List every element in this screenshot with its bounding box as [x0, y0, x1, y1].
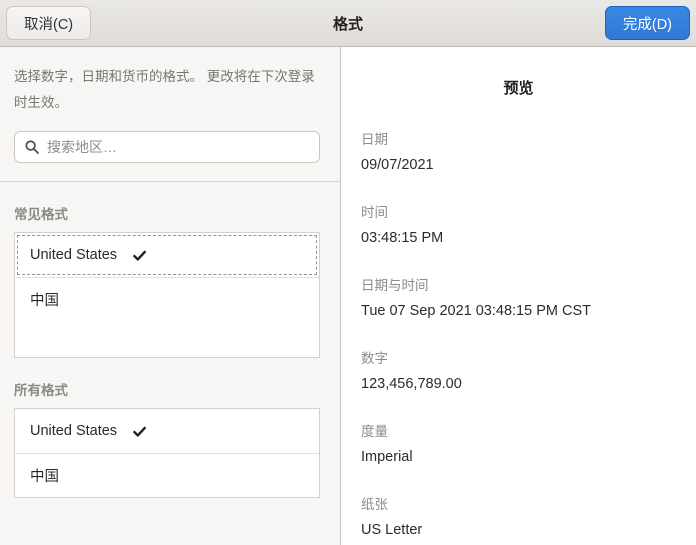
section-label-all-formats: 所有格式: [14, 379, 326, 399]
search-placeholder: 搜索地区…: [47, 137, 117, 157]
common-formats-list: United States 中国: [14, 232, 320, 358]
list-item-label: United States: [30, 247, 117, 263]
preview-group-paper: 纸张 US Letter: [361, 493, 676, 538]
preview-group-date: 日期 09/07/2021: [361, 128, 676, 173]
search-input[interactable]: 搜索地区…: [14, 131, 320, 163]
search-divider: [0, 181, 340, 182]
list-item-label: 中国: [30, 289, 59, 310]
section-label-common-formats: 常见格式: [14, 203, 326, 223]
preview-title: 预览: [361, 77, 676, 98]
preview-value: 09/07/2021: [361, 157, 676, 173]
preview-value: 123,456,789.00: [361, 376, 676, 392]
search-icon: [24, 139, 40, 155]
list-item-label: United States: [30, 423, 117, 439]
list-item-china[interactable]: 中国: [15, 277, 319, 321]
list-item-china[interactable]: 中国: [15, 453, 319, 497]
preview-group-time: 时间 03:48:15 PM: [361, 201, 676, 246]
dialog-title: 格式: [0, 13, 696, 34]
preview-groups: 日期 09/07/2021 时间 03:48:15 PM 日期与时间 Tue 0…: [361, 128, 676, 538]
cancel-button[interactable]: 取消(C): [6, 6, 91, 40]
preview-label: 度量: [361, 420, 676, 440]
preview-value: 03:48:15 PM: [361, 230, 676, 246]
all-formats-list: United States 中国: [14, 408, 320, 498]
preview-label: 时间: [361, 201, 676, 221]
preview-group-number: 数字 123,456,789.00: [361, 347, 676, 392]
list-item-united-states[interactable]: United States: [15, 233, 319, 277]
preview-group-datetime: 日期与时间 Tue 07 Sep 2021 03:48:15 PM CST: [361, 274, 676, 319]
preview-label: 日期与时间: [361, 274, 676, 294]
list-item-label: 中国: [30, 465, 59, 486]
list-item-united-states[interactable]: United States: [15, 409, 319, 453]
done-button[interactable]: 完成(D): [605, 6, 690, 40]
preview-value: Tue 07 Sep 2021 03:48:15 PM CST: [361, 303, 676, 319]
preview-group-measurement: 度量 Imperial: [361, 420, 676, 465]
preview-value: US Letter: [361, 522, 676, 538]
headerbar: 格式 取消(C) 完成(D): [0, 0, 696, 47]
formats-description: 选择数字，日期和货币的格式。 更改将在下次登录时生效。: [14, 64, 320, 116]
formats-dialog: 格式 取消(C) 完成(D) 选择数字，日期和货币的格式。 更改将在下次登录时生…: [0, 0, 696, 545]
preview-label: 数字: [361, 347, 676, 367]
preview-label: 纸张: [361, 493, 676, 513]
preview-pane: 预览 日期 09/07/2021 时间 03:48:15 PM 日期与时间 Tu…: [341, 47, 696, 545]
preview-label: 日期: [361, 128, 676, 148]
region-chooser-pane: 选择数字，日期和货币的格式。 更改将在下次登录时生效。 搜索地区… 常见格式 U…: [0, 47, 341, 545]
dialog-content: 选择数字，日期和货币的格式。 更改将在下次登录时生效。 搜索地区… 常见格式 U…: [0, 47, 696, 545]
check-icon: [132, 248, 147, 263]
check-icon: [132, 424, 147, 439]
preview-value: Imperial: [361, 449, 676, 465]
